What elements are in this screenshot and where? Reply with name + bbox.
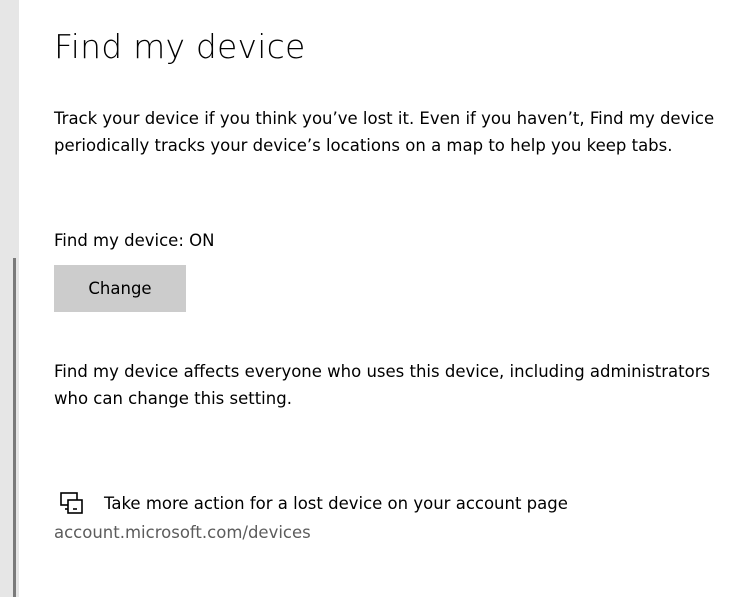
affects-note: Find my device affects everyone who uses… — [54, 362, 711, 408]
find-my-device-status: Find my device: ON — [54, 231, 215, 250]
description-text: Track your device if you think you’ve lo… — [54, 109, 715, 155]
account-devices-link[interactable]: account.microsoft.com/devices — [54, 520, 311, 546]
left-pane-strip — [0, 0, 19, 597]
devices-icon — [54, 491, 88, 515]
lost-device-action-row[interactable]: Take more action for a lost device on yo… — [54, 488, 568, 518]
lost-device-action-link[interactable]: Take more action for a lost device on yo… — [104, 494, 568, 513]
left-pane-scrollbar[interactable] — [13, 258, 16, 597]
page-title: Find my device — [54, 27, 306, 66]
change-button[interactable]: Change — [54, 265, 186, 312]
